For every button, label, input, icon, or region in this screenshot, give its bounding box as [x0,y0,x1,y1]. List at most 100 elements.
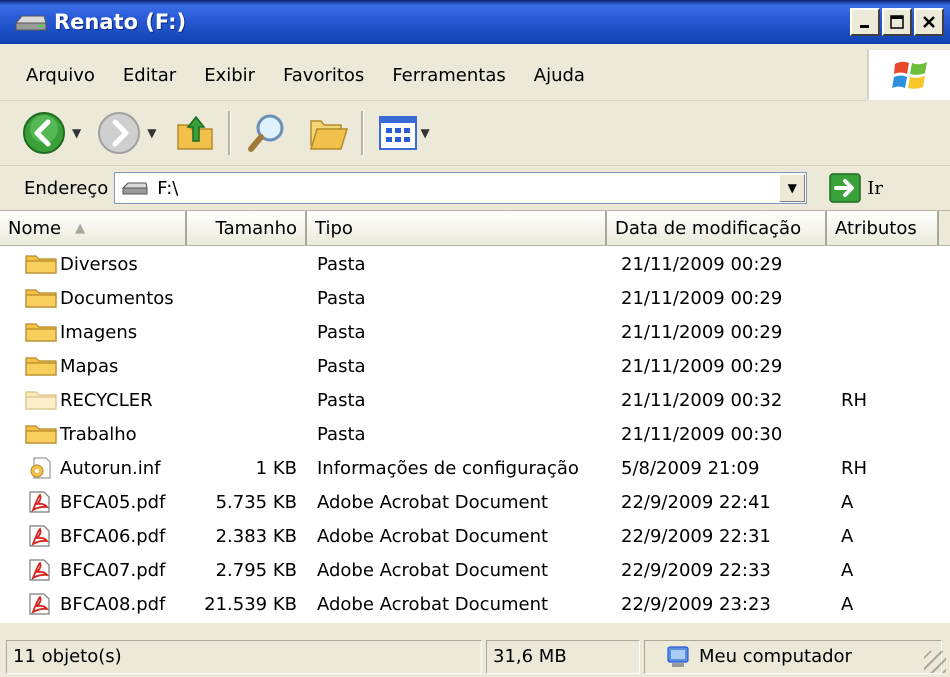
folder-up-icon [177,115,214,150]
file-date: 22/9/2009 23:23 [621,593,771,615]
file-name: Mapas [60,355,119,377]
table-row[interactable]: Imagens Pasta 21/11/2009 00:29 [0,315,950,349]
table-row[interactable]: Autorun.inf 1 KB Informações de configur… [0,451,950,485]
table-row[interactable]: BFCA07.pdf 2.795 KB Adobe Acrobat Docume… [0,553,950,587]
column-name-label: Nome [8,217,62,239]
table-row[interactable]: RECYCLER Pasta 21/11/2009 00:32 RH [0,383,950,417]
table-row[interactable]: Documentos Pasta 21/11/2009 00:29 [0,281,950,315]
file-date: 22/9/2009 22:31 [621,525,771,547]
close-button[interactable] [914,8,944,36]
table-row[interactable]: Trabalho Pasta 21/11/2009 00:30 [0,417,950,451]
column-size[interactable]: Tamanho [187,211,307,245]
column-size-label: Tamanho [215,217,297,239]
column-attributes-label: Atributos [835,217,917,239]
search-button[interactable] [245,111,289,155]
table-row[interactable]: BFCA08.pdf 21.539 KB Adobe Acrobat Docum… [0,587,950,621]
views-icon [379,116,418,150]
hidden-folder-icon [24,389,58,411]
sort-ascending-icon: ▲ [75,220,86,236]
status-size-text: 31,6 MB [493,646,567,667]
pdf-icon [24,559,58,581]
file-name: Autorun.inf [60,457,161,479]
file-date: 22/9/2009 22:41 [621,491,771,513]
menu-bar: Arquivo Editar Exibir Favoritos Ferramen… [0,50,866,101]
menu-arquivo[interactable]: Arquivo [26,65,95,86]
folder-icon [24,423,58,445]
folder-icon [24,287,58,309]
maximize-icon [890,15,904,29]
file-name: Diversos [60,253,138,275]
maximize-button[interactable] [882,8,912,36]
back-button[interactable]: ▼ [22,111,81,155]
file-list: Nome ▲ Tamanho Tipo Data de modificação … [0,211,950,623]
drive-icon [14,11,48,33]
table-row[interactable]: BFCA05.pdf 5.735 KB Adobe Acrobat Docume… [0,485,950,519]
menu-ferramentas[interactable]: Ferramentas [392,65,505,86]
column-header: Nome ▲ Tamanho Tipo Data de modificação … [0,211,950,246]
up-button[interactable] [174,111,218,155]
table-row[interactable]: Mapas Pasta 21/11/2009 00:29 [0,349,950,383]
file-date: 22/9/2009 22:33 [621,559,771,581]
folders-button[interactable] [307,111,351,155]
back-dropdown-icon[interactable]: ▼ [72,126,81,140]
go-button[interactable]: Ir [829,173,883,203]
address-input[interactable]: F:\ ▼ [114,172,808,204]
folder-icon [24,321,58,343]
column-attributes[interactable]: Atributos [827,211,939,245]
pdf-icon [24,593,58,615]
file-type: Adobe Acrobat Document [317,491,549,513]
table-row[interactable]: Diversos Pasta 21/11/2009 00:29 [0,247,950,281]
forward-dropdown-icon[interactable]: ▼ [147,126,156,140]
column-name[interactable]: Nome ▲ [0,211,187,245]
file-date: 21/11/2009 00:30 [621,423,783,445]
address-label: Endereço [24,177,109,199]
pdf-icon [24,491,58,513]
status-object-count: 11 objeto(s) [6,639,482,674]
menu-favoritos[interactable]: Favoritos [283,65,364,86]
menu-exibir[interactable]: Exibir [204,65,255,86]
column-date[interactable]: Data de modificação [607,211,827,245]
address-value: F:\ [157,177,179,199]
minimize-button[interactable] [850,8,880,36]
file-type: Adobe Acrobat Document [317,559,549,581]
drive-icon [122,182,148,195]
file-type: Pasta [317,321,366,343]
standard-toolbar: ▼ ▼ ▼ [0,101,950,166]
forward-button[interactable]: ▼ [97,111,156,155]
file-name: Documentos [60,287,174,309]
table-row[interactable]: BFCA06.pdf 2.383 KB Adobe Acrobat Docume… [0,519,950,553]
toolbar-separator [361,111,365,155]
file-rows: Diversos Pasta 21/11/2009 00:29 Document… [0,247,950,621]
file-attributes: A [841,525,854,547]
file-attributes: RH [841,389,868,411]
file-date: 21/11/2009 00:29 [621,253,783,275]
status-bar: 11 objeto(s) 31,6 MB Meu computador [0,636,950,677]
file-date: 5/8/2009 21:09 [621,457,760,479]
file-size: 2.383 KB [215,525,297,547]
go-arrow-icon [829,173,862,203]
address-dropdown-button[interactable]: ▼ [779,174,806,202]
file-date: 21/11/2009 00:32 [621,389,783,411]
title-bar[interactable]: Renato (F:) [0,0,950,44]
file-attributes: A [841,559,854,581]
file-type: Pasta [317,389,366,411]
config-file-icon [24,457,58,479]
resize-grip[interactable] [924,651,946,673]
file-name: RECYCLER [60,389,153,411]
window-title: Renato (F:) [54,10,187,34]
views-dropdown-icon[interactable]: ▼ [420,126,429,140]
file-type: Informações de configuração [317,457,579,479]
column-type[interactable]: Tipo [307,211,607,245]
file-size: 21.539 KB [204,593,297,615]
status-objects-text: 11 objeto(s) [13,646,122,667]
folders-icon [310,120,349,150]
file-name: BFCA08.pdf [60,593,166,615]
file-name: BFCA07.pdf [60,559,166,581]
views-button[interactable]: ▼ [378,115,430,151]
file-type: Pasta [317,423,366,445]
file-date: 21/11/2009 00:29 [621,355,783,377]
menu-editar[interactable]: Editar [123,65,176,86]
file-date: 21/11/2009 00:29 [621,321,783,343]
file-name: BFCA05.pdf [60,491,166,513]
menu-ajuda[interactable]: Ajuda [534,65,585,86]
